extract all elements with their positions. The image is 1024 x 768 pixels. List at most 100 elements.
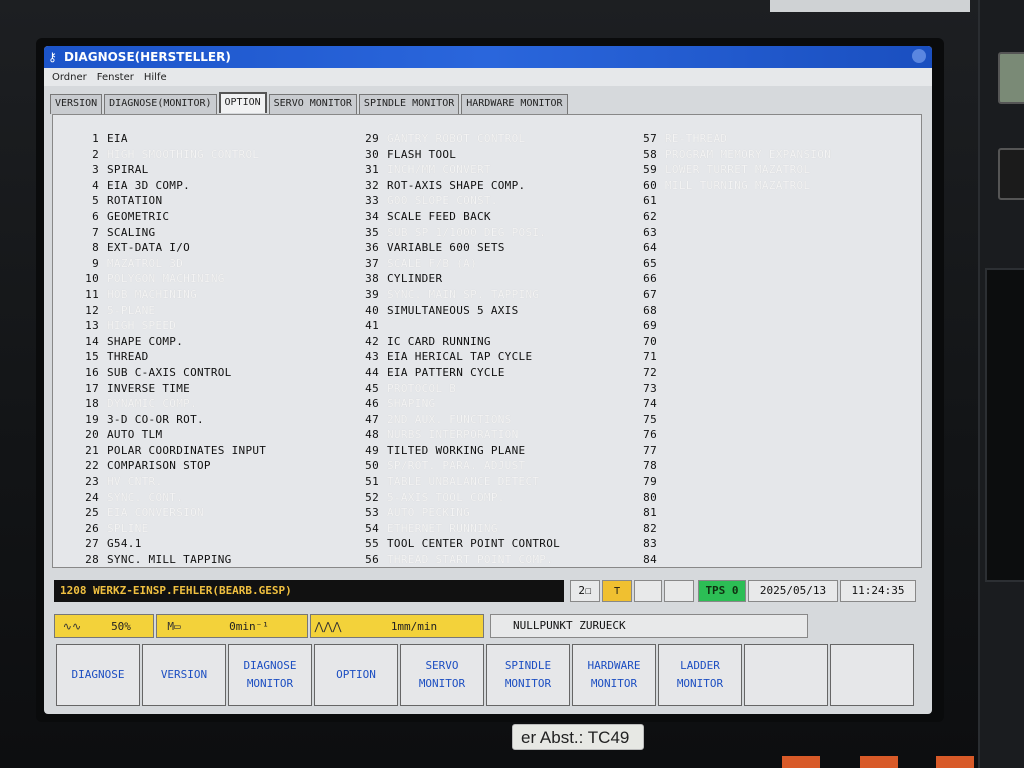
close-icon[interactable]: [912, 49, 926, 63]
option-row: 55 TOOL CENTER POINT CONTROL: [357, 536, 560, 552]
side-hardware-button-1[interactable]: [998, 52, 1024, 104]
feed-gauge: ⋀⋀⋀ 1mm/min: [310, 614, 484, 638]
softkey-blank-9[interactable]: [830, 644, 914, 706]
time-display: 11:24:35: [840, 580, 916, 602]
softkey-version[interactable]: VERSION: [142, 644, 226, 706]
option-row: 42 IC CARD RUNNING: [357, 334, 560, 350]
option-name: SIMULTANEOUS 5 AXIS: [387, 303, 519, 317]
option-row: 31 INCH/MM CONVERT: [357, 162, 560, 178]
date-display: 2025/05/13: [748, 580, 838, 602]
option-name: SYNC. MAIN SP. TAPPING: [387, 287, 540, 301]
spindle-override-value: 50%: [111, 619, 131, 633]
softkey-diagnose[interactable]: DIAGNOSE: [56, 644, 140, 706]
option-row: 29 GANTRY ROBOT CONTROL: [357, 131, 560, 147]
orange-button-3[interactable]: [936, 756, 974, 768]
option-number: 21: [85, 443, 99, 457]
motor-icon: M▭: [167, 619, 181, 633]
option-row: 75: [635, 412, 831, 428]
softkey-ladder-monitor[interactable]: LADDER MONITOR: [658, 644, 742, 706]
softkey-blank-8[interactable]: [744, 644, 828, 706]
option-row: 6 GEOMETRIC: [77, 209, 266, 225]
option-row: 65: [635, 256, 831, 272]
option-name: SP/ROT. PARA. ADJUST: [387, 459, 526, 473]
softkey-servo-monitor[interactable]: SERVO MONITOR: [400, 644, 484, 706]
option-name: EIA: [107, 132, 128, 145]
option-row: 11 HOB MACHINING: [77, 287, 266, 303]
option-name: EXT-DATA I/O: [107, 241, 191, 255]
option-number: 60: [643, 178, 657, 192]
wave-icon: ∿∿: [62, 619, 82, 633]
option-row: 20 AUTO TLM: [77, 427, 266, 443]
option-name: 2ND AUX. FUNCTIONS: [387, 412, 512, 426]
option-number: 68: [643, 303, 657, 317]
tab-version[interactable]: VERSION: [50, 94, 103, 114]
option-row: 73: [635, 381, 831, 397]
option-name: SCALING: [107, 225, 156, 239]
option-number: 79: [643, 475, 657, 489]
option-name: RE-THREAD: [665, 132, 728, 145]
option-number: 77: [643, 443, 657, 457]
option-row: 64: [635, 240, 831, 256]
memory-icon: 2☐: [570, 580, 600, 602]
option-row: 26 SPLINE: [77, 521, 266, 537]
option-row: 60 MILL TURNING MAZATROL: [635, 178, 831, 194]
cnc-screen: ⚷ DIAGNOSE(HERSTELLER) Ordner Fenster Hi…: [44, 46, 932, 714]
menu-fenster[interactable]: Fenster: [97, 72, 134, 83]
option-number: 59: [643, 163, 657, 177]
option-name: 5-AXIS TOOL COMP.: [387, 490, 505, 504]
option-name: LOWER TURRET MAZATROL: [665, 163, 811, 177]
softkey-hardware-monitor[interactable]: HARDWARE MONITOR: [572, 644, 656, 706]
option-number: 8: [92, 241, 99, 255]
option-number: 45: [365, 381, 379, 395]
option-number: 28: [85, 553, 99, 567]
option-name: HOB MACHINING: [107, 287, 197, 301]
option-number: 22: [85, 459, 99, 473]
menu-ordner[interactable]: Ordner: [52, 72, 87, 83]
softkey-label: VERSION: [160, 668, 208, 681]
side-hardware-button-2[interactable]: [998, 148, 1024, 200]
option-name: DYNAMIC COMP.: [107, 397, 197, 411]
menu-hilfe[interactable]: Hilfe: [144, 72, 167, 83]
option-number: 16: [85, 365, 99, 379]
tab-diagnose-monitor[interactable]: DIAGNOSE(MONITOR): [104, 94, 217, 114]
softkey-label: OPTION: [336, 668, 376, 681]
option-number: 26: [85, 521, 99, 535]
softkey-spindle-monitor[interactable]: SPINDLE MONITOR: [486, 644, 570, 706]
window-title: DIAGNOSE(HERSTELLER): [64, 50, 231, 64]
option-name: POLAR COORDINATES INPUT: [107, 443, 267, 457]
option-row: 30 FLASH TOOL: [357, 147, 560, 163]
tab-spindle-monitor[interactable]: SPINDLE MONITOR: [358, 94, 460, 114]
option-name: THREAD START POINT COMP.: [387, 553, 554, 567]
softkey-diagnose-monitor[interactable]: DIAGNOSE MONITOR: [228, 644, 312, 706]
option-row: 58 PROGRAM MEMORY EXPANSION: [635, 147, 831, 163]
option-row: 77: [635, 443, 831, 459]
softkey-label: LADDER: [680, 659, 720, 672]
option-row: 57 RE-THREAD: [635, 131, 831, 147]
tab-hardware-monitor[interactable]: HARDWARE MONITOR: [461, 94, 568, 114]
spindle-override-gauge: ∿∿ 50%: [54, 614, 154, 638]
tab-servo-monitor[interactable]: SERVO MONITOR: [268, 94, 357, 114]
softkey-bar: DIAGNOSE VERSION DIAGNOSE MONITOR OPTION SERV…: [56, 644, 914, 706]
option-name: HIGH SPEED: [107, 319, 177, 333]
softkey-option[interactable]: OPTION: [314, 644, 398, 706]
status-message: NULLPUNKT ZURUECK: [490, 614, 808, 638]
option-number: 72: [643, 365, 657, 379]
orange-button-2[interactable]: [860, 756, 898, 768]
option-row: 17 INVERSE TIME: [77, 381, 266, 397]
orange-button-1[interactable]: [782, 756, 820, 768]
option-row: 53 AUTO PECKING: [357, 505, 560, 521]
tab-option[interactable]: OPTION: [218, 92, 267, 113]
option-row: 76: [635, 427, 831, 443]
option-row: 8 EXT-DATA I/O: [77, 240, 266, 256]
option-row: 1 EIA: [77, 131, 266, 147]
option-row: 22 COMPARISON STOP: [77, 458, 266, 474]
option-row: 63: [635, 225, 831, 241]
option-row: 4 EIA 3D COMP.: [77, 178, 266, 194]
option-number: 84: [643, 553, 657, 567]
option-name: MILL TURNING MAZATROL: [665, 178, 811, 192]
option-name: G00 SLOPE CONST.: [387, 194, 498, 208]
option-row: 67: [635, 287, 831, 303]
option-row: 46 SHAPING: [357, 396, 560, 412]
softkey-label: MONITOR: [676, 677, 724, 690]
option-row: 34 SCALE FEED BACK: [357, 209, 560, 225]
